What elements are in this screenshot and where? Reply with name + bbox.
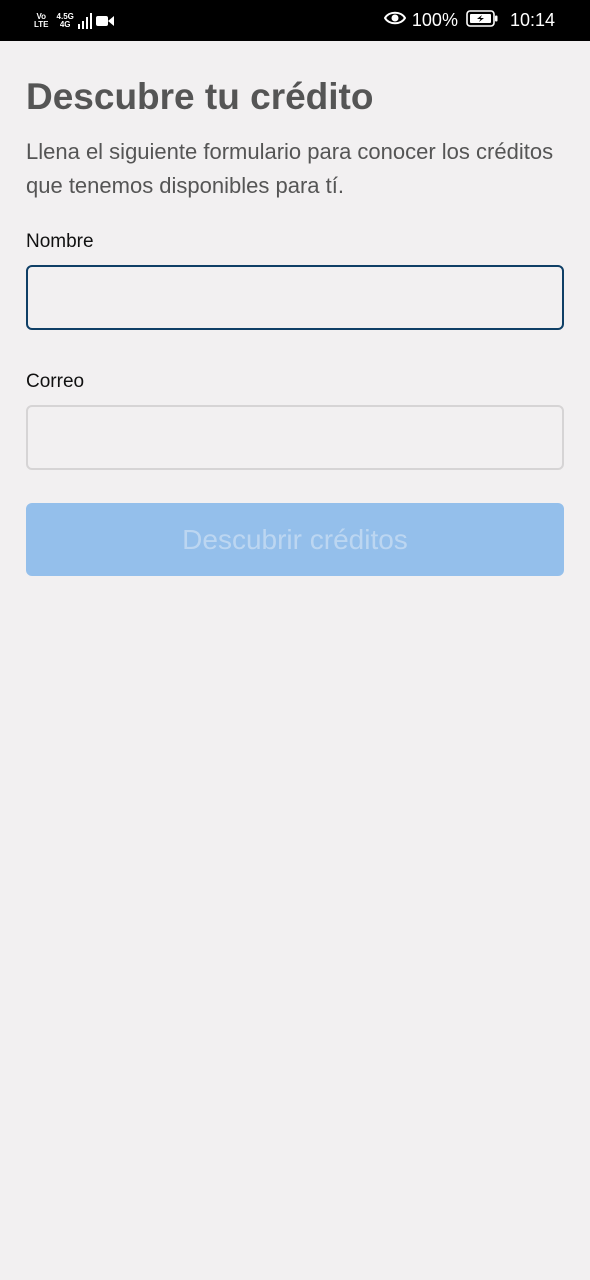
discover-credits-button[interactable]: Descubrir créditos [26, 503, 564, 576]
video-call-icon [95, 15, 114, 27]
status-left-group: Vo LTE 4.5G 4G [34, 10, 114, 32]
name-input[interactable] [26, 265, 564, 330]
network-type-indicator: 4.5G 4G [57, 13, 74, 29]
email-label: Correo [26, 371, 85, 392]
status-bar: Vo LTE 4.5G 4G 100% 10:14 [0, 0, 590, 41]
credit-form: Descubre tu crédito Llena el siguiente f… [26, 41, 564, 576]
volte-bottom-text: LTE [34, 20, 49, 29]
volte-indicator: Vo LTE [34, 13, 49, 29]
clock: 10:14 [509, 10, 555, 30]
battery-percent: 100% [411, 10, 458, 30]
status-right-group: 100% 10:14 [383, 8, 555, 33]
form-description: Llena el siguiente formulario para conoc… [26, 139, 554, 198]
name-label: Nombre [26, 231, 94, 252]
signal-icon [77, 13, 92, 29]
page-title: Descubre tu crédito [26, 76, 374, 117]
email-input[interactable] [26, 405, 564, 470]
battery-icon [466, 9, 498, 32]
eye-comfort-icon [383, 10, 407, 31]
network-sub-text: 4G [59, 20, 71, 29]
